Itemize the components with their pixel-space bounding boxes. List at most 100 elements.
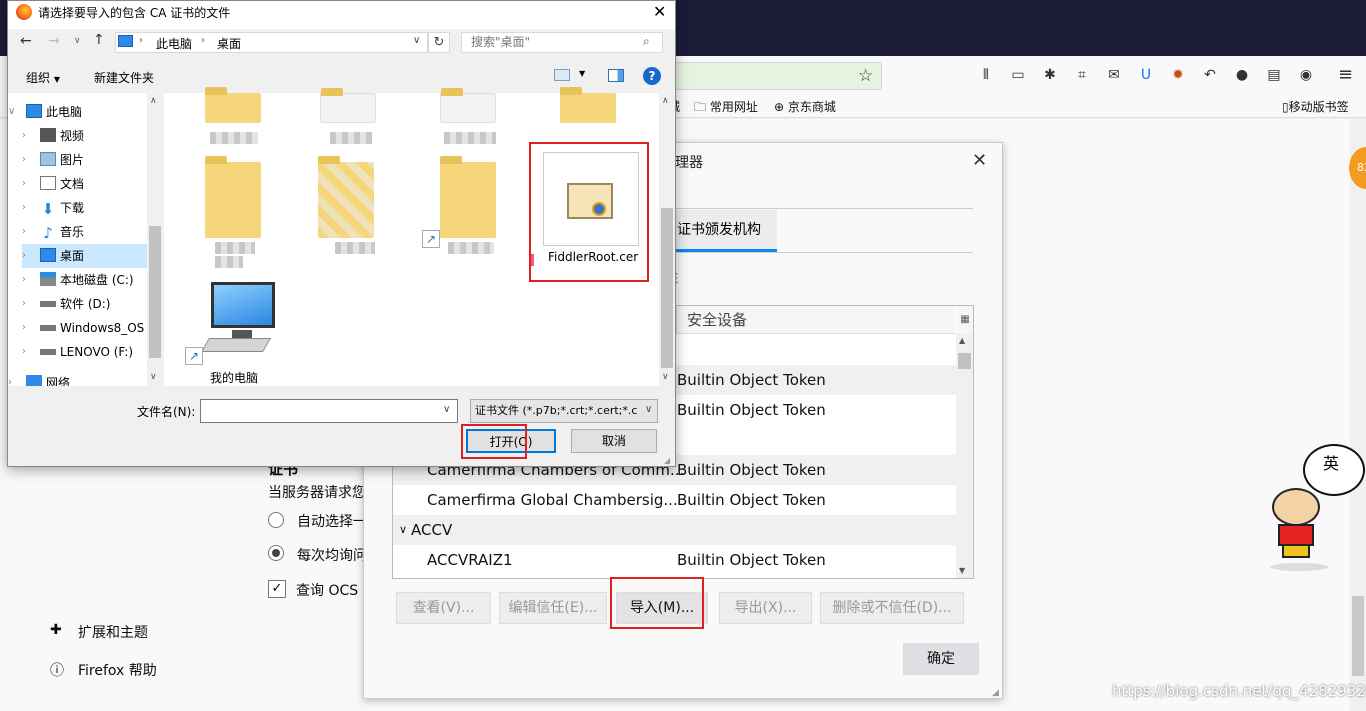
- edit-trust-button[interactable]: 编辑信任(E)...: [499, 592, 607, 624]
- cancel-button[interactable]: 取消: [571, 429, 657, 453]
- radio-ask-every-time[interactable]: [268, 545, 284, 561]
- search-input[interactable]: 搜索"桌面": [461, 32, 663, 53]
- sidebar-icon[interactable]: ▭: [1007, 64, 1029, 86]
- undo-icon[interactable]: ↶: [1199, 64, 1221, 86]
- resize-grip-icon[interactable]: ◢: [664, 456, 670, 465]
- bookmark-item[interactable]: ⊕ 京东商城: [774, 98, 836, 115]
- preview-pane-icon[interactable]: [608, 69, 624, 82]
- mascot-shadow: [1270, 563, 1328, 571]
- folder-icon[interactable]: [440, 88, 496, 123]
- phone-icon: ▯: [1282, 100, 1289, 114]
- nav-item-lenovo-f[interactable]: › LENOVO (F:): [22, 340, 162, 364]
- new-folder-button[interactable]: 新建文件夹: [94, 69, 154, 86]
- nav-item-documents[interactable]: › 文档: [22, 172, 162, 196]
- view-button[interactable]: 查看(V)...: [396, 592, 491, 624]
- organize-menu[interactable]: 组织 ▼: [26, 69, 60, 86]
- ocsp-checkbox[interactable]: ✓: [268, 580, 286, 598]
- document-icon[interactable]: ▤: [1263, 64, 1285, 86]
- nav-item-desktop[interactable]: › 桌面: [22, 244, 148, 268]
- folder-icon[interactable]: [318, 156, 374, 238]
- nav-item-network[interactable]: › 网络: [8, 372, 148, 386]
- table-row[interactable]: Camerfirma Global Chambersig... Builtin O…: [393, 485, 956, 515]
- scroll-down-icon[interactable]: ▼: [959, 566, 965, 575]
- url-bar[interactable]: [660, 62, 882, 90]
- forward-arrow-icon[interactable]: →: [48, 33, 60, 49]
- folder-icon[interactable]: [205, 87, 261, 123]
- breadcrumb-desktop[interactable]: 桌面: [217, 35, 241, 52]
- nav-scrollbar-thumb[interactable]: [149, 226, 161, 358]
- close-icon[interactable]: ✕: [653, 2, 666, 21]
- table-row[interactable]: ACCVRAIZ1 Builtin Object Token: [393, 545, 956, 575]
- up-arrow-icon[interactable]: ↑: [93, 32, 105, 48]
- nav-item-videos[interactable]: › 视频: [22, 124, 162, 148]
- cert-tree-scrollbar[interactable]: [956, 334, 973, 578]
- chevron-down-icon[interactable]: ∨: [413, 35, 420, 46]
- folder-icon[interactable]: [560, 87, 616, 123]
- scroll-up-icon[interactable]: ∧: [150, 96, 157, 106]
- chat-icon[interactable]: ✉: [1103, 64, 1125, 86]
- export-button[interactable]: 导出(X)...: [719, 592, 812, 624]
- close-icon[interactable]: ✕: [972, 150, 987, 171]
- crop-icon[interactable]: ⌗: [1071, 64, 1093, 86]
- col-security-device[interactable]: 安全设备: [676, 306, 956, 334]
- tab-authorities[interactable]: 证书颁发机构: [675, 210, 777, 252]
- help-link[interactable]: Firefox 帮助: [78, 660, 157, 680]
- menu-icon[interactable]: ≡: [1338, 64, 1353, 85]
- toolbar-icons: ⫴ ▭ ✱ ⌗ ✉ U ✹ ↶ ● ▤ ◉: [975, 64, 1317, 88]
- file-name-label[interactable]: 我的电脑: [210, 369, 258, 386]
- account-icon[interactable]: ◉: [1295, 64, 1317, 86]
- scroll-down-icon[interactable]: ∨: [662, 372, 669, 382]
- folder-icon[interactable]: [440, 156, 496, 238]
- refresh-icon[interactable]: ↻: [428, 32, 450, 53]
- chevron-right-icon: ›: [22, 250, 26, 261]
- folder-icon[interactable]: [205, 156, 261, 238]
- view-mode-icon[interactable]: [554, 69, 570, 81]
- nav-item-music[interactable]: › ♪ 音乐: [22, 220, 162, 244]
- filename-input[interactable]: [200, 399, 458, 423]
- folder-icon[interactable]: [320, 88, 376, 123]
- chevron-right-icon: ›: [22, 298, 26, 309]
- back-arrow-icon[interactable]: ←: [20, 33, 32, 49]
- tree-group-accv[interactable]: ∨ ACCV: [393, 515, 956, 545]
- scroll-up-icon[interactable]: ∧: [662, 96, 669, 106]
- nav-item-drive-d[interactable]: › 软件 (D:): [22, 292, 162, 316]
- recent-dropdown-icon[interactable]: ∨: [74, 36, 81, 46]
- column-picker-icon[interactable]: ▦: [957, 306, 973, 334]
- nav-item-downloads[interactable]: › ⬇ 下载: [22, 196, 162, 220]
- extensions-link[interactable]: 扩展和主题: [78, 622, 148, 642]
- nav-item-this-pc[interactable]: ∨ 此电脑: [8, 100, 148, 124]
- pixelated-label: [335, 242, 375, 254]
- dots-icon[interactable]: ●: [1231, 64, 1253, 86]
- ok-button[interactable]: 确定: [903, 643, 979, 675]
- chevron-down-icon[interactable]: ∨: [443, 404, 450, 415]
- nav-item-pictures[interactable]: › 图片: [22, 148, 162, 172]
- mobile-bookmarks[interactable]: ▯移动版书签: [1282, 98, 1349, 115]
- resize-grip-icon[interactable]: ◢: [992, 688, 999, 698]
- bookmark-star-icon[interactable]: ☆: [858, 66, 873, 86]
- mascot-shorts: [1282, 544, 1310, 558]
- drive-icon: [40, 301, 56, 307]
- dropdown-arrow-icon[interactable]: ▼: [579, 69, 585, 78]
- cert-tree-scrollbar-thumb[interactable]: [958, 353, 971, 369]
- radio-auto-select[interactable]: [268, 512, 284, 528]
- gear-badge-icon[interactable]: ✹: [1167, 64, 1189, 86]
- nav-item-windows8-os[interactable]: › Windows8_OS: [22, 316, 162, 340]
- search-icon: ⌕: [643, 34, 650, 48]
- library-icon[interactable]: ⫴: [975, 64, 997, 86]
- document-icon: [40, 176, 56, 190]
- u-icon[interactable]: U: [1135, 64, 1157, 86]
- firefox-logo-icon: [16, 4, 32, 20]
- page-scrollbar-thumb[interactable]: [1352, 596, 1364, 676]
- bookmark-item[interactable]: 🗀 常用网址: [694, 98, 758, 119]
- delete-distrust-button[interactable]: 删除或不信任(D)...: [820, 592, 964, 624]
- nav-item-drive-c[interactable]: › 本地磁盘 (C:): [22, 268, 162, 292]
- chevron-right-icon: ›: [201, 35, 205, 46]
- breadcrumb-this-pc[interactable]: 此电脑: [156, 35, 192, 52]
- scroll-up-icon[interactable]: ▲: [959, 336, 965, 345]
- file-list-scrollbar-thumb[interactable]: [661, 208, 673, 368]
- extension-icon[interactable]: ✱: [1039, 64, 1061, 86]
- file-type-select[interactable]: 证书文件 (*.p7b;*.crt;*.cert;*.c: [470, 399, 658, 423]
- mascot-head[interactable]: [1272, 488, 1320, 526]
- help-icon[interactable]: ?: [643, 67, 661, 85]
- scroll-down-icon[interactable]: ∨: [150, 372, 157, 382]
